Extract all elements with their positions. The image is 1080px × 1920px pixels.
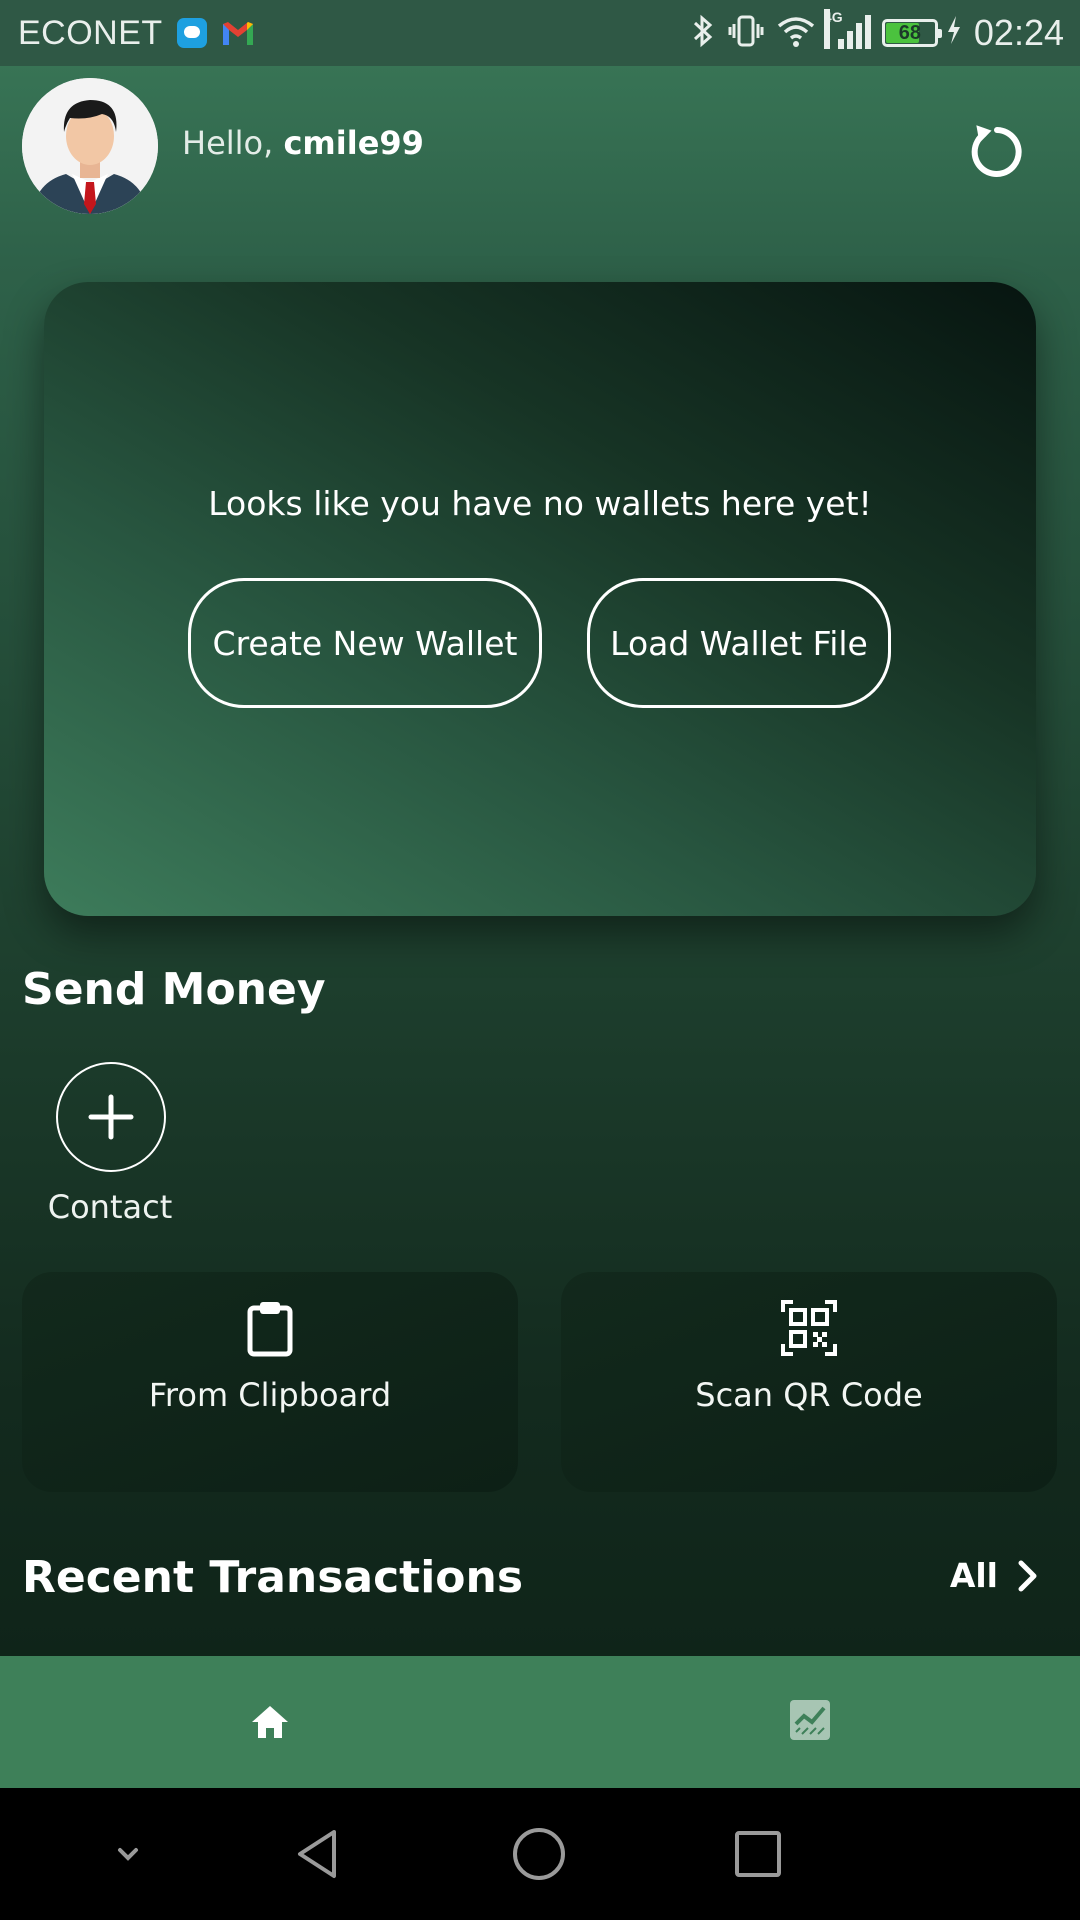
qr-code-icon <box>781 1300 837 1356</box>
username: cmile99 <box>283 124 424 162</box>
plus-icon <box>88 1094 134 1140</box>
status-time: 02:24 <box>973 12 1064 53</box>
back-button[interactable] <box>290 1824 350 1884</box>
network-type: 4G <box>823 9 843 49</box>
status-bar: ECONET 4G 68 02:24 <box>0 0 1080 66</box>
recent-transactions-title: Recent Transactions <box>22 1552 524 1603</box>
load-wallet-button[interactable]: Load Wallet File <box>587 578 891 708</box>
system-navigation-bar <box>0 1788 1080 1920</box>
scan-qr-label: Scan QR Code <box>695 1376 923 1414</box>
nav-chart[interactable] <box>786 1696 834 1744</box>
avatar[interactable] <box>22 78 158 214</box>
charging-icon <box>946 15 962 52</box>
wifi-icon <box>776 14 816 53</box>
home-button[interactable] <box>509 1824 569 1884</box>
scan-qr-button[interactable]: Scan QR Code <box>561 1272 1057 1492</box>
clipboard-icon <box>247 1302 293 1357</box>
from-clipboard-button[interactable]: From Clipboard <box>22 1272 518 1492</box>
send-money-title: Send Money <box>22 964 326 1015</box>
vibrate-icon <box>728 13 764 54</box>
battery-icon: 68 <box>881 19 942 47</box>
recents-square-icon <box>735 1831 781 1877</box>
from-clipboard-label: From Clipboard <box>148 1376 392 1414</box>
bluetooth-icon <box>690 13 716 54</box>
wallet-card: Looks like you have no wallets here yet!… <box>44 282 1036 916</box>
cellular-signal-icon: 4G <box>823 9 871 53</box>
home-icon <box>252 1706 288 1738</box>
chart-icon <box>790 1700 830 1740</box>
greeting-text: Hello, <box>182 124 274 162</box>
chevron-right-icon <box>1018 1560 1037 1591</box>
hide-nav-button[interactable] <box>98 1824 158 1884</box>
gmail-notification-icon <box>221 18 255 48</box>
refresh-icon <box>971 125 1022 177</box>
bottom-navigation <box>0 1656 1080 1788</box>
carrier-name: ECONET <box>18 13 163 52</box>
nav-home[interactable] <box>246 1698 294 1746</box>
all-label: All <box>949 1556 998 1595</box>
contact-label: Contact <box>47 1188 173 1226</box>
refresh-button[interactable] <box>962 112 1032 182</box>
chevron-down-icon <box>118 1848 138 1861</box>
battery-level: 68 <box>898 21 922 44</box>
home-circle-icon <box>513 1828 565 1880</box>
create-wallet-button[interactable]: Create New Wallet <box>188 578 542 708</box>
all-transactions-link[interactable]: All <box>950 1556 1040 1595</box>
add-contact-button[interactable] <box>56 1062 166 1172</box>
no-wallets-message: Looks like you have no wallets here yet! <box>208 484 872 523</box>
recents-button[interactable] <box>728 1824 788 1884</box>
messages-notification-icon <box>176 18 207 48</box>
greeting: Hello, cmile99 <box>182 124 424 162</box>
back-triangle-icon <box>298 1830 336 1878</box>
